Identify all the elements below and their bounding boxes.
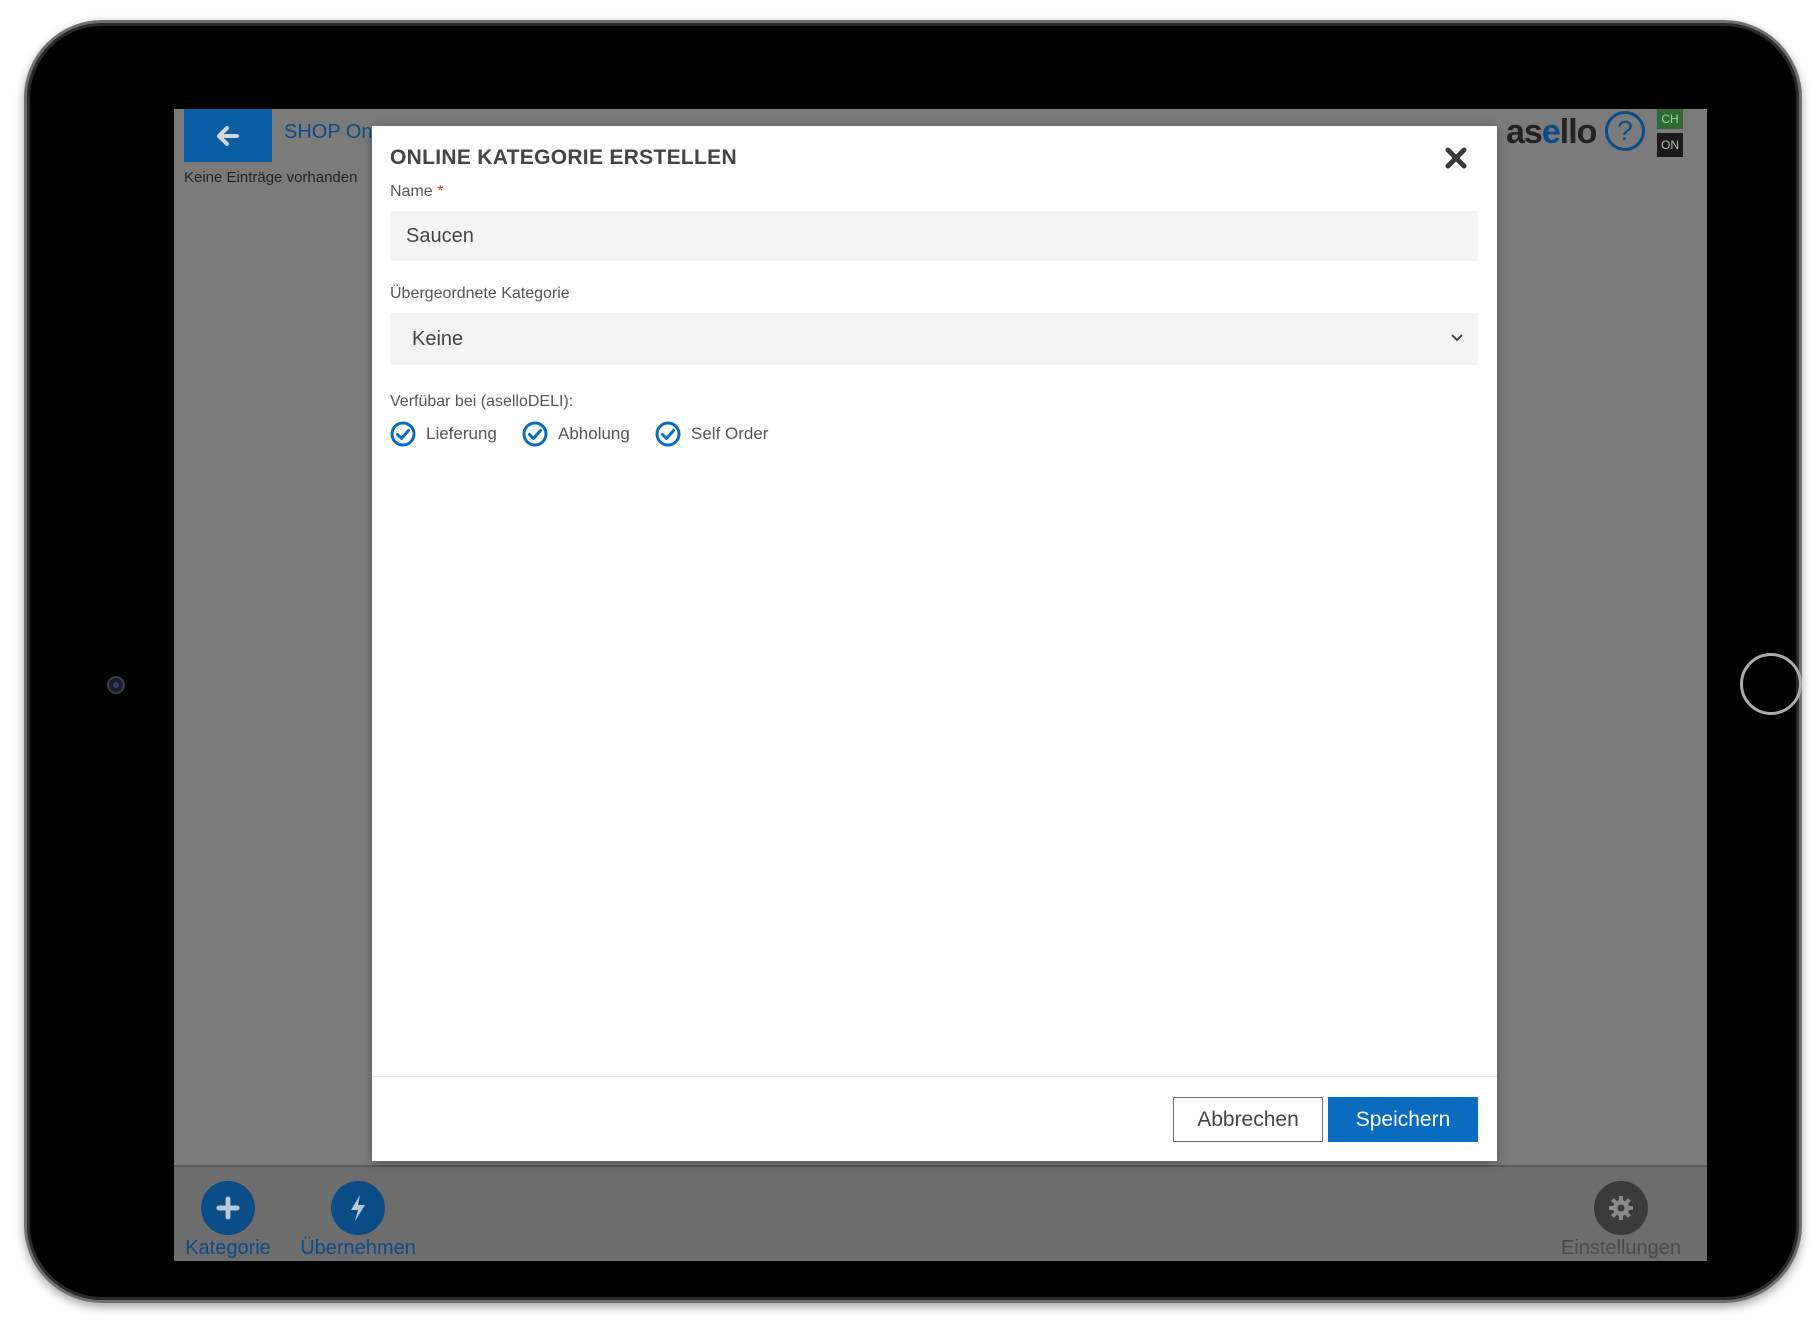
close-button[interactable]	[1440, 142, 1472, 174]
create-category-dialog: ONLINE KATEGORIE ERSTELLEN Name * Saucen…	[372, 126, 1497, 1161]
settings-button[interactable]	[1594, 1181, 1648, 1235]
dialog-title: ONLINE KATEGORIE ERSTELLEN	[390, 146, 737, 169]
option-label: Abholung	[558, 424, 630, 443]
save-button[interactable]: Speichern	[1328, 1097, 1478, 1142]
lightning-icon	[351, 1195, 365, 1221]
settings-label[interactable]: Einstellungen	[1561, 1237, 1681, 1260]
cancel-button[interactable]: Abbrechen	[1173, 1097, 1323, 1142]
chevron-down-icon	[1451, 334, 1463, 342]
camera-icon	[107, 676, 125, 694]
empty-list-message: Keine Einträge vorhanden	[184, 169, 358, 186]
home-button[interactable]	[1740, 653, 1802, 715]
plus-icon	[216, 1196, 240, 1220]
help-button[interactable]: ?	[1605, 111, 1645, 151]
footer-divider	[372, 1076, 1497, 1077]
apply-label[interactable]: Übernehmen	[300, 1237, 416, 1260]
check-circle-icon[interactable]	[522, 421, 548, 447]
back-button[interactable]	[184, 109, 272, 162]
app-screen: SHOP On asello ? CH ON Keine Einträge vo…	[174, 109, 1707, 1261]
bottom-toolbar: Kategorie Übernehmen Einstellungen	[174, 1165, 1707, 1261]
online-badge: ON	[1657, 133, 1683, 157]
required-marker: *	[437, 183, 444, 200]
close-icon	[1445, 147, 1467, 169]
check-circle-icon[interactable]	[655, 421, 681, 447]
check-circle-icon[interactable]	[390, 421, 416, 447]
add-category-button[interactable]	[201, 1181, 255, 1235]
availability-label: Verfübar bei (aselloDELI):	[390, 393, 574, 410]
apply-button[interactable]	[331, 1181, 385, 1235]
option-lieferung[interactable]: Lieferung	[390, 419, 497, 449]
option-abholung[interactable]: Abholung	[522, 419, 630, 449]
option-label: Self Order	[691, 424, 769, 443]
gear-icon	[1609, 1196, 1633, 1220]
page-title: SHOP On	[284, 121, 373, 143]
name-field-label: Name *	[390, 183, 444, 200]
parent-category-label: Übergeordnete Kategorie	[390, 285, 570, 302]
name-input[interactable]: Saucen	[390, 211, 1478, 261]
parent-category-select[interactable]: Keine	[390, 313, 1478, 365]
country-badge: CH	[1657, 109, 1683, 129]
asello-logo: asello	[1506, 113, 1597, 151]
option-label: Lieferung	[426, 424, 497, 443]
option-self-order[interactable]: Self Order	[655, 419, 768, 449]
parent-category-value: Keine	[412, 328, 464, 350]
add-category-label[interactable]: Kategorie	[185, 1237, 271, 1260]
arrow-left-icon	[217, 125, 239, 146]
tablet-frame: SHOP On asello ? CH ON Keine Einträge vo…	[24, 20, 1802, 1303]
